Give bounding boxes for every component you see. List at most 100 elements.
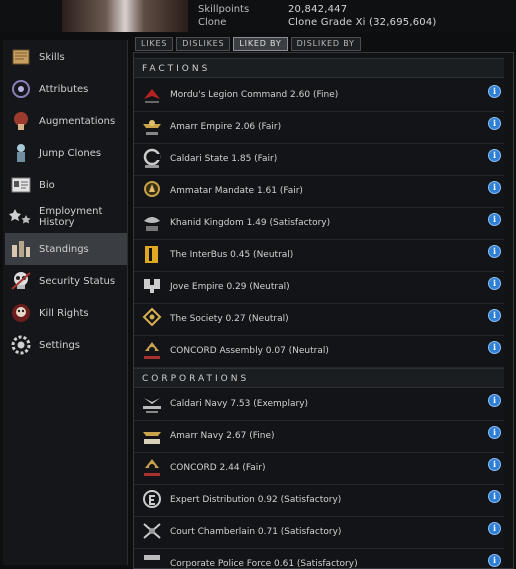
sidebar-item-standings[interactable]: Standings <box>5 233 127 265</box>
info-icon[interactable]: i <box>488 458 501 471</box>
sidebar-item-label: Jump Clones <box>39 147 102 159</box>
skillpoints-value: 20,842,447 <box>288 4 348 15</box>
corporations-section-header[interactable]: CORPORATIONS <box>134 368 504 388</box>
list-item[interactable]: Mordu's Legion Command 2.60 (Fine) i <box>134 80 504 112</box>
sidebar-item-label: Settings <box>39 339 81 351</box>
sidebar-item-attributes[interactable]: Attributes <box>5 73 127 105</box>
sidebar-item-jump-clones[interactable]: Jump Clones <box>5 137 127 169</box>
standing-text: Khanid Kingdom 1.49 (Satisfactory) <box>170 218 331 228</box>
list-item[interactable]: The Society 0.27 (Neutral) i <box>134 304 504 336</box>
concord-logo-icon <box>144 342 160 359</box>
augmentations-icon <box>14 112 28 130</box>
sidebar-item-employment-history[interactable]: Employment History <box>5 201 127 233</box>
standings-tabs: LIKES DISLIKES LIKED BY DISLIKED BY <box>135 37 364 51</box>
standing-text: Caldari State 1.85 (Fair) <box>170 154 278 164</box>
tab-dislikes[interactable]: DISLIKES <box>176 37 231 51</box>
sidebar-item-kill-rights[interactable]: Kill Rights <box>5 297 127 329</box>
jump-clones-icon <box>17 144 25 162</box>
list-item[interactable]: The InterBus 0.45 (Neutral) i <box>134 240 504 272</box>
standing-text: CONCORD 2.44 (Fair) <box>170 463 266 473</box>
list-item[interactable]: Amarr Navy 2.67 (Fine) i <box>134 421 504 453</box>
sidebar-item-label: Augmentations <box>39 115 116 127</box>
sidebar-item-label: Bio <box>39 179 55 191</box>
standing-text: Caldari Navy 7.53 (Exemplary) <box>170 399 309 409</box>
amarr-logo-icon <box>143 120 161 135</box>
employment-history-icon <box>9 209 31 224</box>
info-icon[interactable]: i <box>488 149 501 162</box>
sidebar-item-settings[interactable]: Settings <box>5 329 127 361</box>
info-icon[interactable]: i <box>488 277 501 290</box>
sidebar-item-label: Standings <box>39 243 89 255</box>
info-icon[interactable]: i <box>488 181 501 194</box>
tab-disliked-by[interactable]: DISLIKED BY <box>290 37 361 51</box>
expert-distribution-logo-icon <box>143 490 161 508</box>
standings-icon <box>12 241 30 257</box>
standing-text: The InterBus 0.45 (Neutral) <box>170 250 294 260</box>
caldari-logo-icon <box>143 148 161 168</box>
info-icon[interactable]: i <box>488 394 501 407</box>
standings-list: FACTIONS Mordu's Legion Command 2.60 (Fi… <box>133 52 514 569</box>
list-item[interactable]: Ammatar Mandate 1.61 (Fair) i <box>134 176 504 208</box>
interbus-logo-icon <box>145 246 158 263</box>
security-status-icon <box>11 272 31 290</box>
list-item[interactable]: Khanid Kingdom 1.49 (Satisfactory) i <box>134 208 504 240</box>
caldari-navy-logo-icon <box>143 398 161 413</box>
character-header: Skillpoints 20,842,447 Clone Clone Grade… <box>0 0 516 33</box>
info-icon[interactable]: i <box>488 490 501 503</box>
ammatar-logo-icon <box>144 181 160 197</box>
sidebar-item-bio[interactable]: Bio <box>5 169 127 201</box>
sidebar-item-augmentations[interactable]: Augmentations <box>5 105 127 137</box>
info-icon[interactable]: i <box>488 85 501 98</box>
standing-text: Corporate Police Force 0.61 (Satisfactor… <box>170 559 358 569</box>
list-item[interactable]: Amarr Empire 2.06 (Fair) i <box>134 112 504 144</box>
court-chamberlain-logo-icon <box>143 523 161 539</box>
standing-text: Amarr Empire 2.06 (Fair) <box>170 122 282 132</box>
attributes-icon <box>12 80 30 98</box>
jove-logo-icon <box>144 279 160 293</box>
standing-text: Mordu's Legion Command 2.60 (Fine) <box>170 90 339 100</box>
list-item[interactable]: CONCORD 2.44 (Fair) i <box>134 453 504 485</box>
mordus-legion-logo-icon <box>144 89 160 103</box>
list-item[interactable]: Corporate Police Force 0.61 (Satisfactor… <box>134 549 504 569</box>
info-icon[interactable]: i <box>488 117 501 130</box>
sidebar-item-skills[interactable]: Skills <box>5 41 127 73</box>
standing-text: Ammatar Mandate 1.61 (Fair) <box>170 186 303 196</box>
settings-icon <box>11 335 31 355</box>
character-portrait[interactable] <box>62 0 188 32</box>
khanid-logo-icon <box>144 217 160 231</box>
sidebar-item-label: Skills <box>39 51 65 63</box>
info-icon[interactable]: i <box>488 245 501 258</box>
sidebar-item-label: Attributes <box>39 83 89 95</box>
info-icon[interactable]: i <box>488 341 501 354</box>
skillpoints-label: Skillpoints <box>198 4 250 15</box>
list-item[interactable]: Caldari State 1.85 (Fair) i <box>134 144 504 176</box>
info-icon[interactable]: i <box>488 309 501 322</box>
factions-section-header[interactable]: FACTIONS <box>134 58 504 78</box>
tab-likes[interactable]: LIKES <box>135 37 174 51</box>
list-item[interactable]: CONCORD Assembly 0.07 (Neutral) i <box>134 336 504 368</box>
standing-text: CONCORD Assembly 0.07 (Neutral) <box>170 346 329 356</box>
sidebar-item-label: Employment History <box>39 206 103 228</box>
bio-icon <box>11 177 31 193</box>
list-item[interactable]: Court Chamberlain 0.71 (Satisfactory) i <box>134 517 504 549</box>
character-sheet-sidebar: Skills Attributes Augmentations Jump Clo… <box>3 40 128 565</box>
skills-book-icon <box>12 49 30 65</box>
clone-value: Clone Grade Xi (32,695,604) <box>288 17 437 28</box>
info-icon[interactable]: i <box>488 213 501 226</box>
list-item[interactable]: Expert Distribution 0.92 (Satisfactory) … <box>134 485 504 517</box>
standing-text: The Society 0.27 (Neutral) <box>170 314 289 324</box>
sidebar-item-security-status[interactable]: Security Status <box>5 265 127 297</box>
sidebar-item-label: Kill Rights <box>39 307 89 319</box>
info-icon[interactable]: i <box>488 522 501 535</box>
list-item[interactable]: Caldari Navy 7.53 (Exemplary) i <box>134 389 504 421</box>
standing-text: Jove Empire 0.29 (Neutral) <box>170 282 290 292</box>
clone-label: Clone <box>198 17 227 28</box>
info-icon[interactable]: i <box>488 554 501 567</box>
standing-text: Court Chamberlain 0.71 (Satisfactory) <box>170 527 342 537</box>
list-item[interactable]: Jove Empire 0.29 (Neutral) i <box>134 272 504 304</box>
amarr-navy-logo-icon <box>143 432 161 444</box>
standing-text: Amarr Navy 2.67 (Fine) <box>170 431 275 441</box>
standing-text: Expert Distribution 0.92 (Satisfactory) <box>170 495 342 505</box>
tab-liked-by[interactable]: LIKED BY <box>233 37 288 51</box>
info-icon[interactable]: i <box>488 426 501 439</box>
